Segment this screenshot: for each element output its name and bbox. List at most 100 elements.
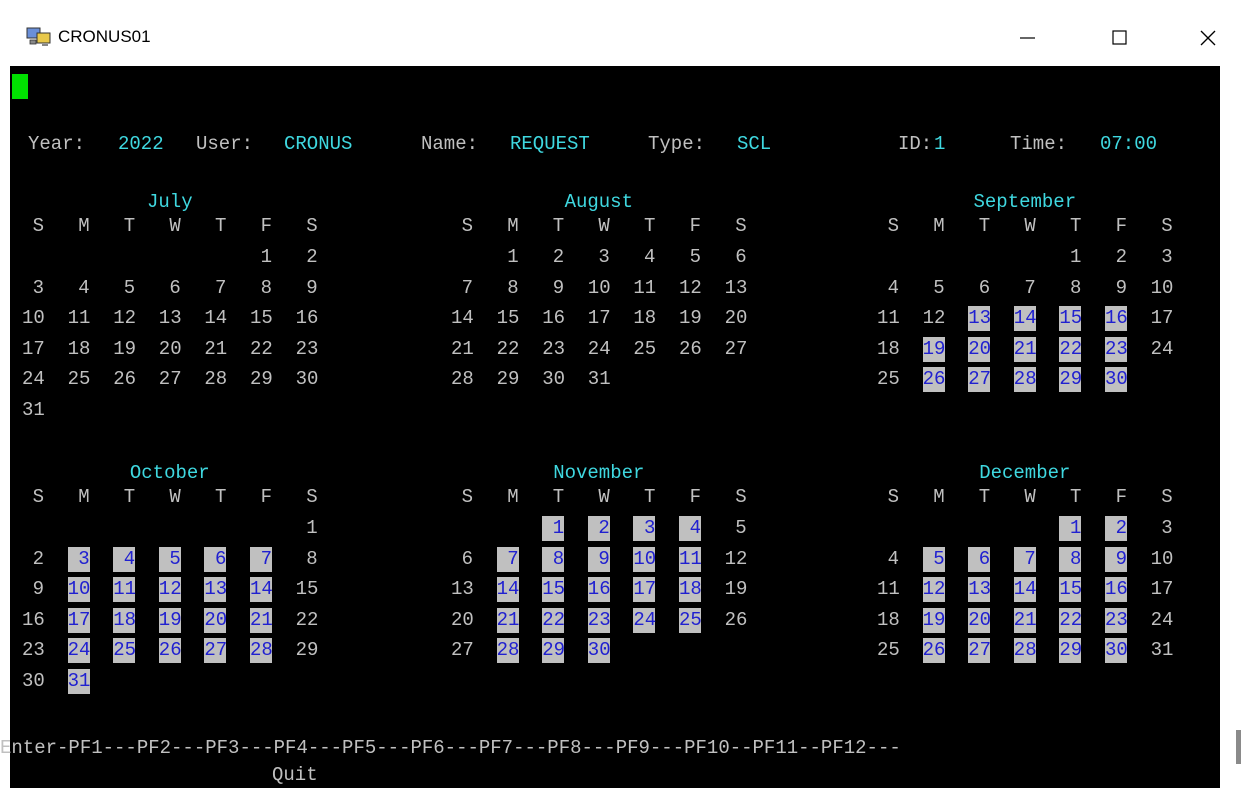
day-cell-selected[interactable]: 28 [496, 638, 519, 663]
day-cell[interactable]: 17 [588, 306, 611, 331]
day-cell-selected[interactable]: 27 [968, 638, 991, 663]
day-cell-selected[interactable]: 10 [67, 577, 90, 602]
day-cell[interactable]: 1 [296, 516, 317, 541]
day-cell-selected[interactable]: 7 [250, 546, 272, 572]
day-cell-selected[interactable]: 20 [204, 607, 227, 633]
day-cell[interactable]: 24 [22, 367, 45, 392]
day-cell[interactable]: 4 [68, 276, 89, 301]
day-cell[interactable]: 18 [633, 306, 656, 331]
day-cell[interactable]: 20 [451, 608, 474, 633]
day-cell-selected[interactable]: 22 [1059, 336, 1082, 362]
day-cell[interactable]: 24 [588, 337, 611, 362]
day-cell-selected[interactable]: 25 [113, 638, 136, 663]
day-cell-selected[interactable]: 8 [542, 546, 565, 572]
terminal-screen[interactable]: Year: 2022 User: CRONUS Name: REQUEST Ty… [0, 66, 1220, 788]
day-cell[interactable]: 18 [68, 337, 91, 362]
day-cell[interactable]: 18 [877, 608, 900, 633]
day-cell-selected[interactable]: 14 [250, 577, 273, 602]
day-cell[interactable]: 19 [725, 577, 748, 602]
day-cell[interactable]: 29 [497, 367, 520, 392]
day-cell[interactable]: 27 [159, 367, 182, 392]
day-cell[interactable]: 19 [679, 306, 702, 331]
day-cell[interactable]: 23 [22, 638, 45, 663]
day-cell-selected[interactable]: 12 [158, 577, 182, 602]
day-cell-selected[interactable]: 5 [158, 546, 181, 572]
day-cell[interactable]: 28 [451, 367, 474, 392]
day-cell[interactable]: 9 [1105, 276, 1127, 301]
day-cell-selected[interactable]: 20 [968, 336, 991, 362]
day-cell[interactable]: 27 [725, 337, 748, 362]
day-cell-selected[interactable]: 16 [1105, 577, 1128, 602]
day-cell[interactable]: 23 [296, 337, 319, 362]
day-cell[interactable]: 11 [68, 306, 91, 331]
day-cell-selected[interactable]: 16 [1105, 306, 1128, 331]
day-cell-selected[interactable]: 11 [113, 577, 136, 602]
day-cell-selected[interactable]: 14 [1013, 577, 1037, 602]
day-cell[interactable]: 25 [633, 337, 656, 362]
day-cell[interactable]: 6 [725, 245, 746, 270]
day-cell-selected[interactable]: 22 [542, 607, 565, 633]
day-cell-selected[interactable]: 30 [1105, 367, 1128, 392]
day-cell-selected[interactable]: 23 [587, 607, 611, 633]
day-cell[interactable]: 5 [725, 516, 746, 541]
day-cell[interactable]: 3 [22, 276, 44, 301]
day-cell-selected[interactable]: 17 [67, 607, 90, 633]
day-cell[interactable]: 13 [725, 276, 748, 301]
day-cell[interactable]: 12 [725, 547, 748, 572]
day-cell[interactable]: 17 [22, 337, 45, 362]
day-cell-selected[interactable]: 28 [1013, 367, 1037, 392]
day-cell-selected[interactable]: 14 [496, 577, 519, 602]
day-cell[interactable]: 22 [497, 337, 520, 362]
day-cell-selected[interactable]: 3 [67, 546, 90, 572]
day-cell[interactable]: 21 [204, 337, 227, 362]
day-cell[interactable]: 16 [22, 608, 45, 633]
day-cell[interactable]: 12 [113, 306, 136, 331]
day-cell[interactable]: 11 [633, 276, 656, 301]
day-cell[interactable]: 31 [22, 398, 45, 423]
day-cell[interactable]: 10 [1151, 547, 1174, 572]
day-cell[interactable]: 15 [497, 306, 520, 331]
day-cell[interactable]: 29 [250, 367, 273, 392]
day-cell[interactable]: 24 [1151, 337, 1174, 362]
day-cell[interactable]: 8 [250, 276, 272, 301]
day-cell-selected[interactable]: 27 [204, 638, 227, 663]
day-cell[interactable]: 7 [1014, 276, 1035, 301]
day-cell[interactable]: 30 [296, 367, 319, 392]
day-cell-selected[interactable]: 22 [1059, 607, 1082, 633]
day-cell[interactable]: 18 [877, 337, 900, 362]
maximize-button[interactable] [1096, 18, 1142, 58]
day-cell[interactable]: 10 [588, 276, 611, 301]
day-cell[interactable]: 15 [296, 577, 319, 602]
day-cell[interactable]: 12 [679, 276, 702, 301]
day-cell[interactable]: 22 [250, 337, 273, 362]
day-cell[interactable]: 28 [204, 367, 227, 392]
day-cell-selected[interactable]: 2 [587, 516, 610, 541]
vertical-scrollbar[interactable] [1220, 66, 1250, 788]
day-cell[interactable]: 13 [451, 577, 474, 602]
day-cell[interactable]: 1 [497, 245, 518, 270]
day-cell-selected[interactable]: 31 [67, 668, 90, 694]
day-cell[interactable]: 9 [296, 276, 317, 301]
day-cell[interactable]: 17 [1151, 306, 1174, 331]
day-cell[interactable]: 14 [204, 306, 227, 331]
minimize-button[interactable] [1004, 18, 1050, 58]
day-cell[interactable]: 9 [542, 276, 564, 301]
day-cell[interactable]: 26 [679, 337, 702, 362]
day-cell[interactable]: 17 [1151, 577, 1174, 602]
day-cell-selected[interactable]: 9 [1105, 546, 1127, 572]
day-cell-selected[interactable]: 7 [1013, 546, 1036, 572]
day-cell-selected[interactable]: 29 [1059, 367, 1082, 392]
day-cell[interactable]: 24 [1151, 608, 1174, 633]
day-cell-selected[interactable]: 9 [587, 546, 610, 572]
day-cell-selected[interactable]: 13 [968, 577, 991, 602]
day-cell-selected[interactable]: 27 [968, 367, 991, 392]
day-cell-selected[interactable]: 5 [922, 546, 945, 572]
day-cell-selected[interactable]: 21 [496, 607, 519, 633]
day-cell[interactable]: 27 [451, 638, 474, 663]
day-cell[interactable]: 16 [542, 306, 565, 331]
day-cell-selected[interactable]: 1 [1059, 516, 1082, 541]
day-cell-selected[interactable]: 18 [679, 577, 702, 602]
day-cell[interactable]: 10 [1151, 276, 1174, 301]
day-cell[interactable]: 5 [923, 276, 944, 301]
day-cell[interactable]: 14 [451, 306, 474, 331]
